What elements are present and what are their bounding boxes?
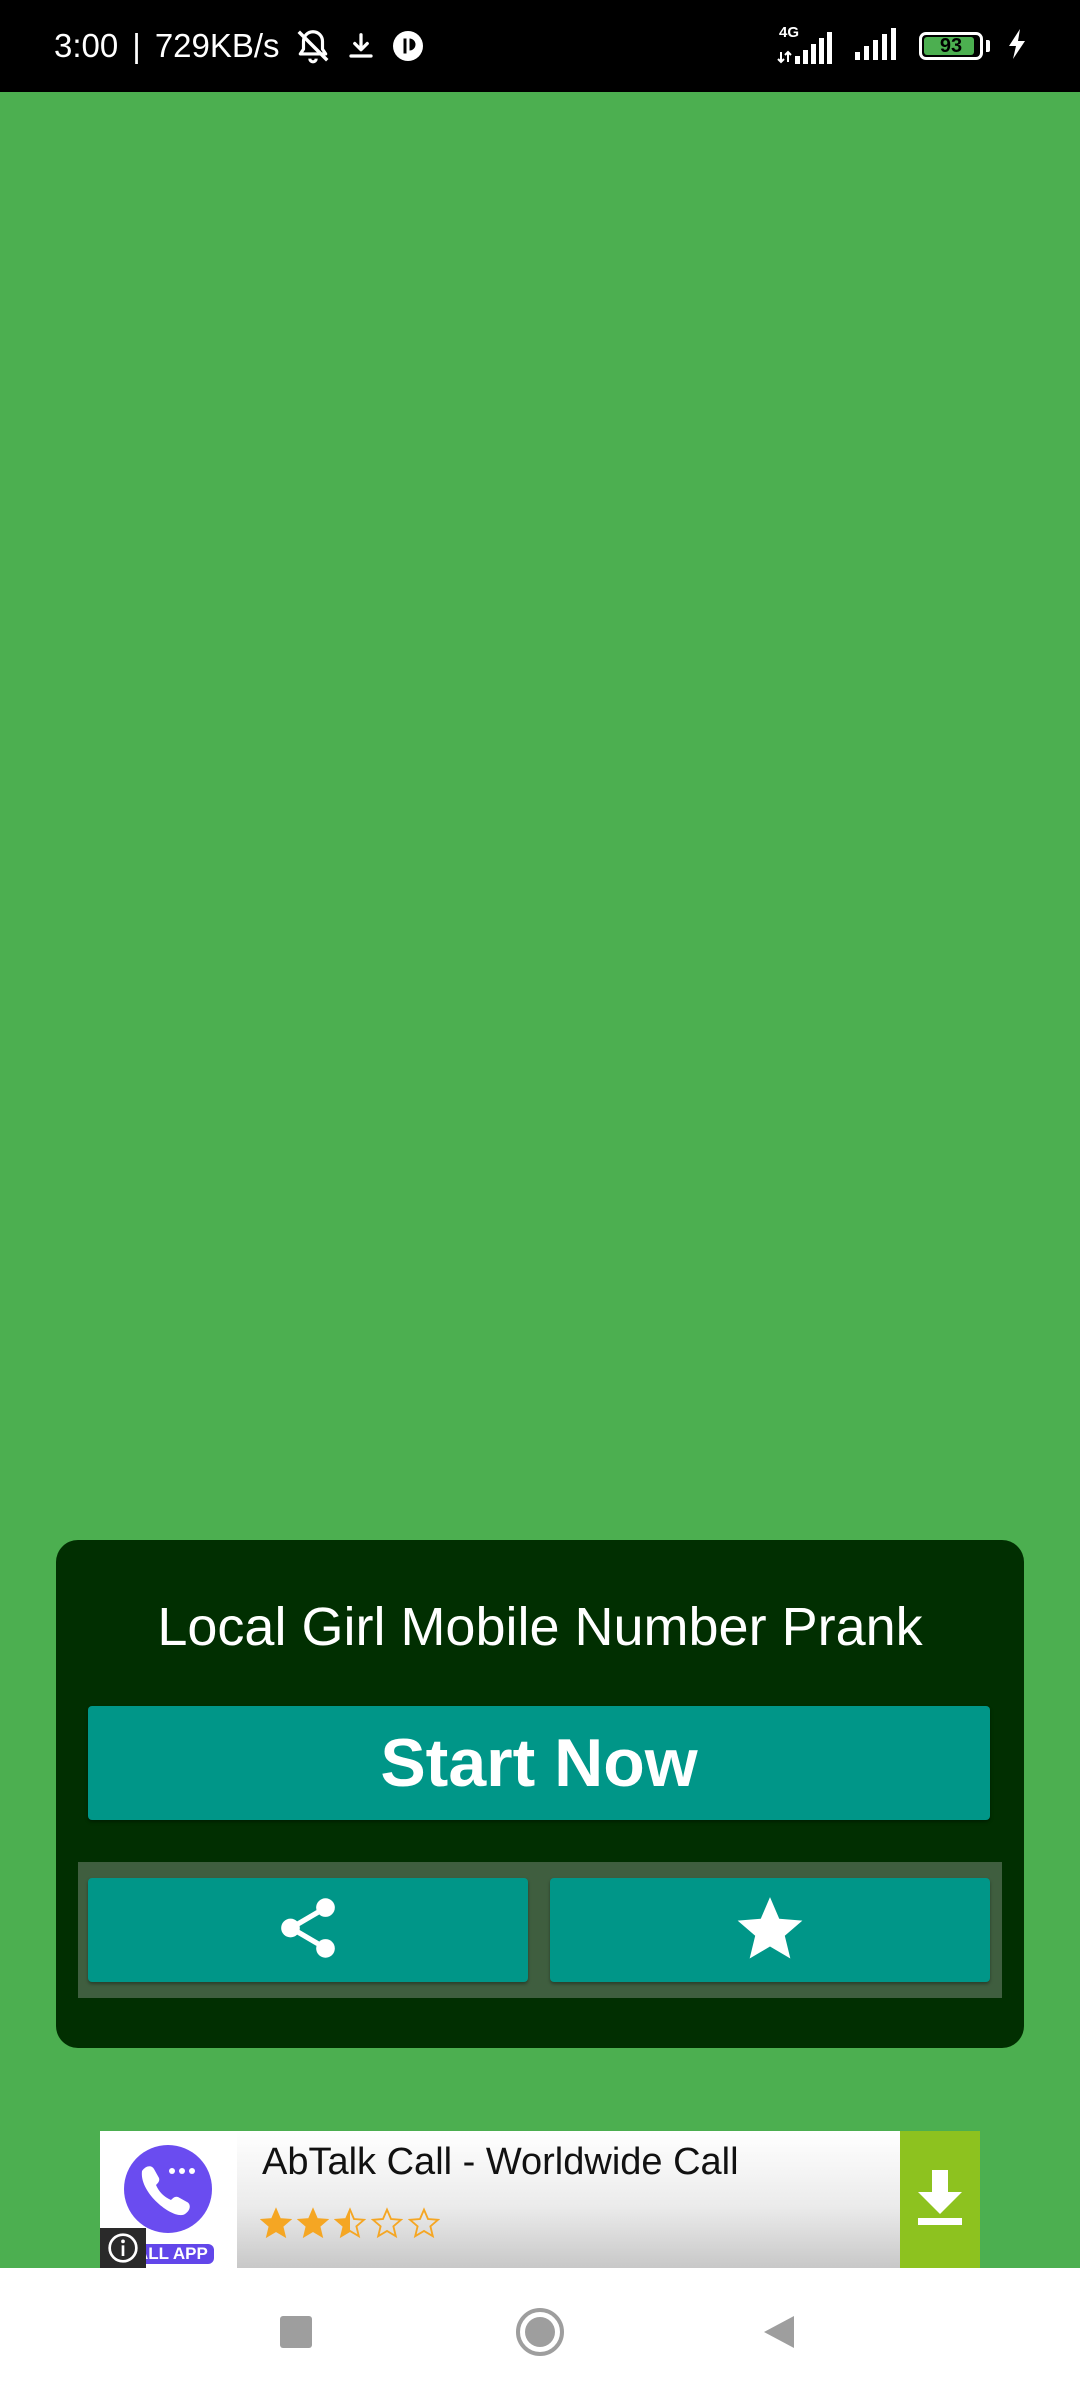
battery-icon: 93 xyxy=(919,32,983,60)
star-icon xyxy=(733,1891,807,1969)
download-icon xyxy=(346,31,376,61)
charging-icon xyxy=(1006,28,1028,64)
signal-4g-icon: 4G xyxy=(777,24,837,66)
ad-rating xyxy=(260,2207,440,2239)
back-icon xyxy=(760,2312,800,2356)
ad-app-name[interactable]: AbTalk Call - Worldwide Call xyxy=(262,2141,739,2184)
star-empty-icon xyxy=(408,2207,440,2239)
star-half-icon xyxy=(334,2207,366,2239)
app-title: Local Girl Mobile Number Prank xyxy=(157,1597,923,1657)
ad-banner[interactable]: ALL APP AbTalk Call - Worldwide Call xyxy=(100,2131,980,2268)
status-right: 4G 93 xyxy=(777,0,1028,92)
recents-icon xyxy=(278,2314,314,2354)
start-now-button[interactable]: Start Now xyxy=(88,1706,990,1820)
star-filled-icon xyxy=(297,2207,329,2239)
status-time: 3:00 xyxy=(54,27,119,64)
rate-button[interactable] xyxy=(550,1878,990,1982)
recents-button[interactable] xyxy=(236,2268,356,2400)
status-left: 3:00 | 729KB/s xyxy=(54,0,426,92)
star-filled-icon xyxy=(260,2207,292,2239)
bell-off-icon xyxy=(294,27,332,65)
battery-tip xyxy=(986,40,990,52)
info-icon[interactable] xyxy=(100,2228,146,2268)
home-icon xyxy=(514,2306,566,2362)
download-arrow-icon xyxy=(914,2168,966,2232)
status-bar: 3:00 | 729KB/s 4G 93 xyxy=(0,0,1080,92)
share-button[interactable] xyxy=(88,1878,528,1982)
star-empty-icon xyxy=(371,2207,403,2239)
status-net-speed: 729KB/s xyxy=(154,27,280,64)
prank-card: Local Girl Mobile Number Prank Start Now xyxy=(56,1540,1024,2048)
app-notification-icon xyxy=(390,28,426,64)
home-button[interactable] xyxy=(480,2268,600,2400)
battery-percent: 93 xyxy=(939,34,963,57)
share-icon xyxy=(273,1893,343,1967)
signal-icon xyxy=(853,26,903,66)
ad-app-icon[interactable]: ALL APP xyxy=(100,2131,237,2268)
action-button-row xyxy=(78,1862,1002,1998)
ad-download-button[interactable] xyxy=(900,2131,980,2268)
back-button[interactable] xyxy=(720,2268,840,2400)
status-separator: | xyxy=(132,27,141,64)
navigation-bar xyxy=(0,2268,1080,2400)
